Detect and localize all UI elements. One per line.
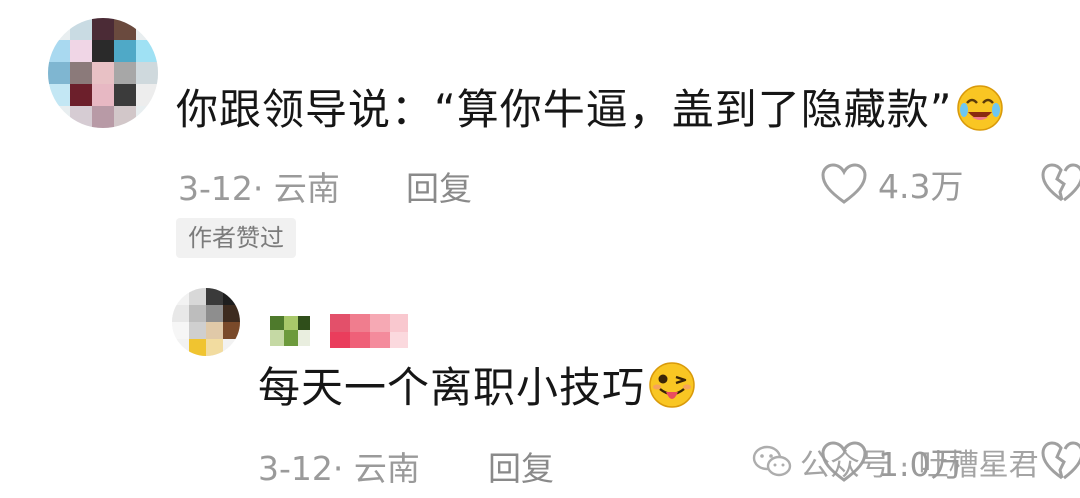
comment-like-button[interactable]: 4.3万: [820, 160, 963, 208]
reply-reply-button[interactable]: 回复: [488, 442, 554, 490]
watermark-text: 公众号 · 吐槽星君: [800, 448, 1039, 483]
comment-date-location: 3-12· 云南: [178, 169, 340, 208]
comment-reply-button[interactable]: 回复: [406, 162, 472, 210]
reply-text: 每天一个离职小技巧: [258, 363, 646, 412]
replier-username[interactable]: [270, 312, 415, 354]
laughing-crying-emoji-icon: [956, 85, 1003, 131]
comment-body: 你跟领导说：“算你牛逼，盖到了隐藏款”: [176, 82, 1005, 138]
wechat-icon: [752, 445, 792, 477]
broken-heart-icon[interactable]: [1040, 440, 1080, 482]
author-liked-badge: 作者赞过: [176, 218, 296, 258]
reply-date-location: 3-12· 云南: [258, 449, 420, 488]
comment-like-count: 4.3万: [878, 167, 964, 206]
replier-avatar[interactable]: [172, 288, 240, 356]
reply-body: 每天一个离职小技巧: [258, 360, 697, 416]
wechat-watermark: 公众号 · 吐槽星君: [752, 440, 1039, 484]
heart-icon: [821, 163, 867, 204]
comment-text: 你跟领导说：“算你牛逼，盖到了隐藏款”: [176, 85, 953, 134]
commenter-avatar[interactable]: [48, 18, 158, 128]
winking-tongue-emoji-icon: [649, 362, 695, 408]
broken-heart-icon[interactable]: [1040, 162, 1080, 204]
